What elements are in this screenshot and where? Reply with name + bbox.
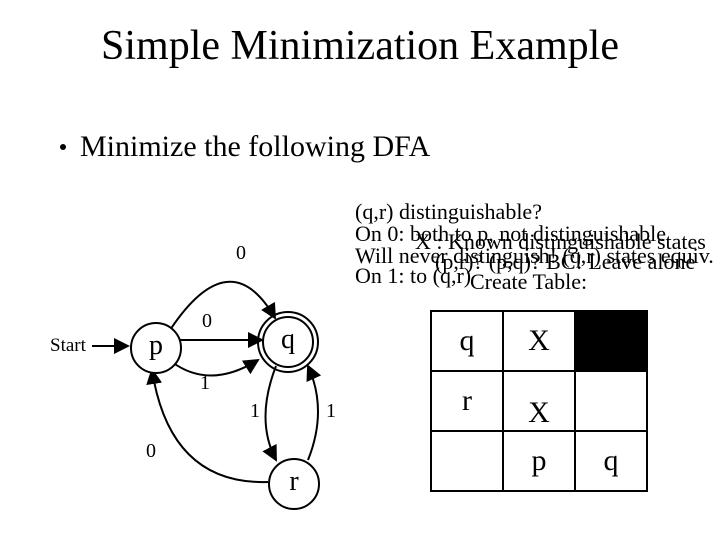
slide-title: Simple Minimization Example <box>0 22 720 70</box>
cell: p <box>503 431 575 491</box>
dfa-edges <box>50 260 390 520</box>
edge-label: 1 <box>250 400 260 423</box>
cell: X <box>503 371 575 431</box>
cell: r <box>431 371 503 431</box>
cell <box>431 431 503 491</box>
state-q: q <box>262 316 314 368</box>
state-p: p <box>130 322 182 374</box>
note-line: (q,r) distinguishable? <box>355 200 542 223</box>
bullet-text: Minimize the following DFA <box>80 130 430 163</box>
edge-label: 0 <box>202 310 212 333</box>
dfa-diagram: Start p q r 0 0 1 <box>50 260 390 520</box>
note-line: Create Table: <box>470 270 587 293</box>
bullet-line: Minimize the following DFA <box>60 130 430 164</box>
distinguish-table: q X r X p q <box>430 310 648 492</box>
cell: q <box>431 311 503 371</box>
table-row: p q <box>431 431 647 491</box>
cell: q <box>575 431 647 491</box>
edge-label: 1 <box>326 400 336 423</box>
table-row: q X <box>431 311 647 371</box>
table-row: r X <box>431 371 647 431</box>
bullet-dot-icon <box>60 144 66 150</box>
edge-label: 0 <box>236 242 246 265</box>
edge-label: 1 <box>200 372 210 395</box>
cell: X <box>503 311 575 371</box>
edge-label: 0 <box>146 440 156 463</box>
state-r: r <box>268 458 320 510</box>
cell <box>575 371 647 431</box>
cell-black <box>575 311 647 371</box>
